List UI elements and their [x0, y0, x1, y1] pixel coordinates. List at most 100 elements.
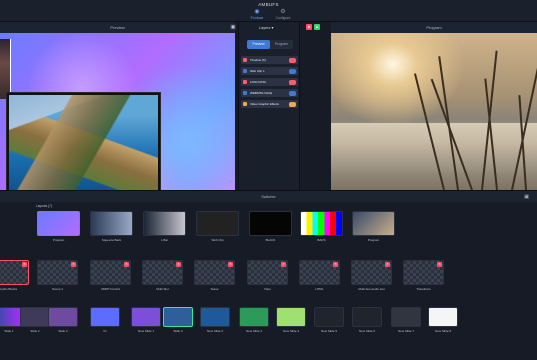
switcher-thumb[interactable] [249, 211, 292, 236]
drag-handle[interactable]: ⠿ [229, 180, 235, 189]
switcher-thumb-label: New Slide 4 [282, 329, 299, 333]
switcher-thumb[interactable] [428, 307, 458, 327]
layer-toggle[interactable] [289, 90, 296, 96]
remove-icon[interactable]: × [22, 262, 27, 267]
layer-color-icon [243, 91, 247, 95]
preview-monitor[interactable] [0, 33, 235, 190]
app-title: AMBUFS [258, 2, 279, 7]
switcher-thumb-label: Slide 4 [173, 329, 183, 333]
program-title: Program [426, 25, 442, 30]
remove-icon[interactable]: × [71, 262, 76, 267]
program-monitor[interactable] [331, 33, 537, 190]
stream-icon[interactable]: ▲ [314, 24, 320, 30]
tab-program[interactable]: Program [270, 40, 293, 49]
switcher-thumb[interactable]: × [37, 260, 78, 285]
layer-item[interactable]: WEBSITE FACE [241, 89, 298, 97]
switcher-thumb-label: Transitions [416, 287, 431, 291]
layers-tabs: Preview Program [247, 40, 293, 49]
switcher-thumb-label: Clips [264, 287, 271, 291]
switcher-thumb-label: Slide 3 [58, 329, 68, 333]
switcher-thumb[interactable]: × [90, 260, 131, 285]
switcher-thumb[interactable] [90, 211, 133, 236]
switcher-thumb-label: AMPP Control [101, 287, 120, 291]
layer-item[interactable]: LOGO.PNG [241, 78, 298, 86]
layer-label: Timeline (6) [250, 58, 266, 62]
switcher-thumb-label: Multi-bus Audio test [358, 287, 385, 291]
switcher-thumb[interactable] [239, 307, 269, 327]
switcher-thumb-label: New Slide 2 [206, 329, 223, 333]
preview-header: Preview [0, 22, 235, 33]
switcher-thumb-label: Squeeze Back [101, 238, 122, 242]
camera-overlay [0, 39, 11, 99]
layer-color-icon [243, 80, 247, 84]
switcher-thumb-label: V1 [103, 329, 107, 333]
switcher-thumb[interactable] [391, 307, 421, 327]
switcher-thumb-label: New Slide 6 [358, 329, 375, 333]
tab-preview[interactable]: Preview [247, 40, 270, 49]
switcher-thumb-label: New Slide 3 [245, 329, 262, 333]
switcher-thumb[interactable]: × [403, 260, 444, 285]
preview-title: Preview [110, 25, 125, 30]
switcher-thumb[interactable]: × [0, 260, 29, 285]
coast-image-overlay [7, 93, 160, 190]
switcher-thumb[interactable] [143, 211, 186, 236]
switcher-thumb[interactable] [163, 307, 193, 327]
switcher-thumb-label: Program [52, 238, 65, 242]
layer-color-icon [243, 69, 247, 73]
switcher-thumb[interactable]: × [194, 260, 235, 285]
switcher-thumb[interactable] [300, 211, 343, 236]
program-header: Program [331, 22, 537, 33]
layer-color-icon [243, 58, 247, 62]
switcher-thumb[interactable]: × [299, 260, 340, 285]
group-label: Layouts (7) [36, 204, 52, 208]
switcher-thumb-label: BLACK [265, 238, 276, 242]
layers-panel: ▦ Layers ▾ ● ▲ Preview Program Timeline … [230, 22, 320, 190]
remove-icon[interactable]: × [385, 262, 390, 267]
remove-icon[interactable]: × [228, 262, 233, 267]
remove-icon[interactable]: × [437, 262, 442, 267]
switcher-thumb[interactable] [276, 307, 306, 327]
switcher-thumb-label: Audio Blocks [0, 287, 18, 291]
layers-title[interactable]: Layers ▾ [259, 25, 273, 30]
switcher-thumb[interactable] [314, 307, 344, 327]
layer-toggle[interactable] [289, 57, 296, 63]
switcher-thumb[interactable] [352, 211, 395, 236]
wrench-icon: ⚙ [280, 9, 286, 15]
switcher-thumb-label: New Slide 1 [137, 329, 154, 333]
switcher-thumb[interactable] [20, 307, 50, 327]
layer-item[interactable]: Timeline (6) [241, 56, 298, 64]
layer-toggle[interactable] [289, 101, 296, 107]
switcher-thumb[interactable] [196, 211, 239, 236]
remove-icon[interactable]: × [281, 262, 286, 267]
switcher-thumb[interactable] [131, 307, 161, 327]
produce-icon: ◉ [254, 9, 260, 15]
layer-toggle[interactable] [289, 68, 296, 74]
layer-toggle[interactable] [289, 79, 296, 85]
switcher-thumb[interactable]: × [247, 260, 288, 285]
mode-produce[interactable]: ◉ Produce [244, 9, 270, 20]
switcher-thumb-label: Tease [210, 287, 219, 291]
switcher-thumb-label: L Bar [160, 238, 169, 242]
record-icon[interactable]: ● [306, 24, 312, 30]
switcher-thumb[interactable] [48, 307, 78, 327]
layer-label: LOGO.PNG [250, 80, 267, 84]
switcher-thumb[interactable]: × [351, 260, 392, 285]
switcher-toolbar: Switcher ▣ [0, 190, 537, 202]
mode-configure[interactable]: ⚙ Configure [270, 9, 296, 20]
switcher-thumb[interactable] [37, 211, 80, 236]
switcher-thumb-label: HTML [315, 287, 324, 291]
switcher-thumb[interactable] [200, 307, 230, 327]
layer-item[interactable]: Video Graphic Effects [241, 100, 298, 108]
remove-icon[interactable]: × [333, 262, 338, 267]
switcher-thumb-label: Web Clip [211, 238, 224, 242]
layer-item[interactable]: Web Clip 1 [241, 67, 298, 75]
switcher-thumb[interactable] [352, 307, 382, 327]
switcher-thumb-label: Multi Slot [156, 287, 169, 291]
switcher-panel: Layouts (7) Program Squeeze Back L Bar Web … [0, 202, 537, 360]
remove-icon[interactable]: × [124, 262, 129, 267]
switcher-thumb-label: New Slide 5 [320, 329, 337, 333]
switcher-thumb[interactable] [90, 307, 120, 327]
remove-icon[interactable]: × [176, 262, 181, 267]
grid-icon[interactable]: ▦ [230, 24, 236, 30]
switcher-thumb[interactable]: × [142, 260, 183, 285]
